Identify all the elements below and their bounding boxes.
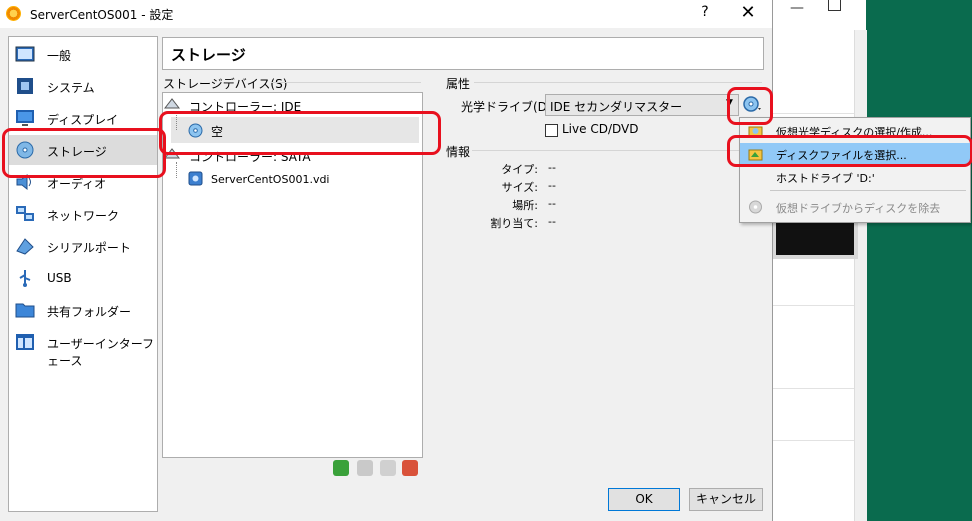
annotation-choose-disk-file xyxy=(727,135,972,167)
shared-folder-icon xyxy=(15,303,35,318)
category-list: 一般 システム ディスプレイ ストレージ オーディオ ネットワーク シリアルポー… xyxy=(8,36,158,512)
menu-item-remove-disk: 仮想ドライブからディスクを除去 xyxy=(740,196,970,218)
general-icon xyxy=(15,46,35,62)
background-scrollbar xyxy=(854,30,867,521)
ok-button[interactable]: OK xyxy=(608,488,680,511)
usb-icon xyxy=(19,270,31,287)
category-label: 一般 xyxy=(47,49,72,63)
background-divider xyxy=(772,440,854,441)
info-size-value: -- xyxy=(548,179,556,192)
category-item-serial-port[interactable]: シリアルポート xyxy=(9,231,157,261)
tree-connector xyxy=(176,162,178,178)
category-item-usb[interactable]: USB xyxy=(9,263,157,293)
menu-separator xyxy=(770,190,966,191)
remove-controller-icon[interactable] xyxy=(402,460,418,476)
close-button[interactable]: ✕ xyxy=(735,2,761,24)
network-icon xyxy=(16,206,34,221)
category-label: シリアルポート xyxy=(47,241,131,255)
category-label: ネットワーク xyxy=(47,209,120,223)
category-label: ユーザーインターフェース xyxy=(47,337,155,368)
category-item-system[interactable]: システム xyxy=(9,71,157,101)
menu-item-label: 仮想ドライブからディスクを除去 xyxy=(776,202,941,215)
annotation-disk-button xyxy=(727,87,773,125)
section-divider xyxy=(472,150,762,151)
category-item-user-interface[interactable]: ユーザーインターフェース xyxy=(9,327,157,368)
page-header: ストレージ xyxy=(162,37,764,70)
add-attachment-icon[interactable] xyxy=(357,460,373,476)
window-title: ServerCentOS001 - 設定 xyxy=(30,8,174,22)
cancel-button[interactable]: キャンセル xyxy=(689,488,763,511)
menu-item-host-drive[interactable]: ホストドライブ 'D:' xyxy=(740,166,970,188)
info-type-key: タイプ: xyxy=(501,163,538,176)
live-cd-checkbox[interactable] xyxy=(545,124,558,137)
category-label: システム xyxy=(47,81,95,95)
help-button[interactable]: ? xyxy=(693,4,717,24)
background-divider xyxy=(772,305,854,306)
category-item-network[interactable]: ネットワーク xyxy=(9,199,157,229)
section-divider xyxy=(474,82,762,83)
display-icon xyxy=(16,110,34,126)
system-icon xyxy=(17,78,33,94)
info-type-value: -- xyxy=(548,161,556,174)
section-divider xyxy=(271,82,421,83)
user-interface-icon xyxy=(16,334,34,350)
info-location-value: -- xyxy=(548,197,556,210)
disk-menu: 仮想光学ディスクの選択/作成... ディスクファイルを選択... ホストドライブ… xyxy=(739,117,971,223)
category-item-general[interactable]: 一般 xyxy=(9,39,157,69)
hard-disk-icon xyxy=(188,171,203,186)
annotation-storage xyxy=(2,128,166,178)
info-size-key: サイズ: xyxy=(501,181,538,194)
live-cd-label[interactable]: Live CD/DVD xyxy=(562,122,638,136)
background-minimize-icon: — xyxy=(790,0,804,16)
background-maximize-icon xyxy=(828,0,841,11)
ide-controller-icon xyxy=(164,98,180,109)
category-label: USB xyxy=(47,271,72,285)
tree-item-vdi-disk[interactable]: ServerCentOS001.vdi xyxy=(211,173,330,186)
category-label: 共有フォルダー xyxy=(47,305,132,319)
info-allocation-key: 割り当て: xyxy=(490,217,538,230)
virtualbox-icon xyxy=(6,6,21,21)
add-controller-icon[interactable] xyxy=(333,460,349,476)
menu-item-label: ホストドライブ 'D:' xyxy=(776,172,875,185)
serial-port-icon xyxy=(16,238,34,255)
info-location-key: 場所: xyxy=(512,199,538,212)
annotation-empty-disc xyxy=(159,111,441,155)
settings-dialog: ServerCentOS001 - 設定 ? ✕ 一般 システム ディスプレイ … xyxy=(0,0,773,521)
info-label: 情報 xyxy=(446,145,471,159)
optical-drive-label: 光学ドライブ(D): xyxy=(461,100,556,114)
remove-disk-icon xyxy=(749,200,762,214)
page-title: ストレージ xyxy=(171,46,246,64)
info-allocation-value: -- xyxy=(548,215,556,228)
remove-attachment-icon[interactable] xyxy=(380,460,396,476)
title-bar: ServerCentOS001 - 設定 ? ✕ xyxy=(0,0,772,28)
storage-devices-label: ストレージデバイス(S) xyxy=(163,77,288,91)
category-label: ディスプレイ xyxy=(47,113,119,127)
background-divider xyxy=(772,113,854,114)
category-item-shared-folder[interactable]: 共有フォルダー xyxy=(9,295,157,325)
optical-drive-select[interactable]: IDE セカンダリマスター ▼ xyxy=(545,94,739,116)
background-divider xyxy=(772,388,854,389)
optical-drive-value: IDE セカンダリマスター xyxy=(550,100,683,114)
desktop-background xyxy=(866,0,972,521)
attributes-label: 属性 xyxy=(446,77,471,91)
